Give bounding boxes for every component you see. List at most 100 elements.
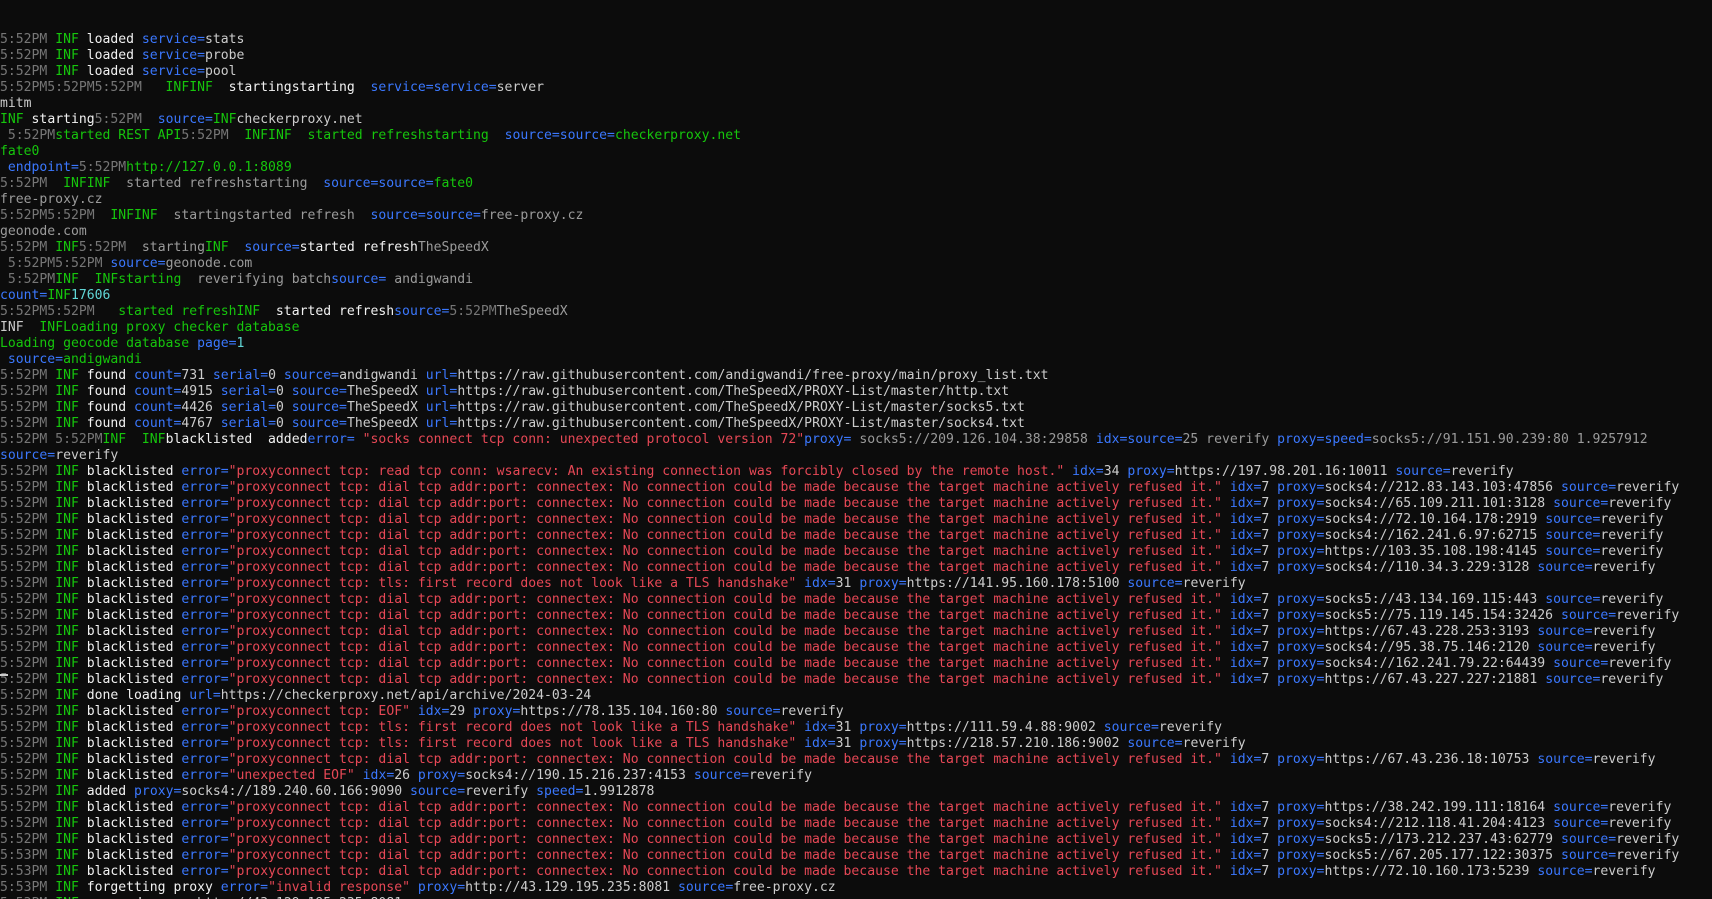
log-segment-time: 5:52PM5:52PM	[0, 256, 111, 271]
log-segment-info: INF	[55, 640, 87, 655]
log-segment-key: url=	[425, 368, 458, 383]
log-segment-key: error=	[181, 464, 229, 479]
log-segment-key: proxy=	[1277, 672, 1325, 687]
log-segment-err: "proxyconnect tcp: tls: first record doe…	[228, 720, 805, 735]
log-segment-val: TheSpeedX	[346, 384, 426, 399]
log-segment-val: socks4://212.83.143.103:47856	[1324, 480, 1561, 495]
log-segment-green: checkerproxy.net	[614, 128, 742, 143]
log-segment-val: https://111.59.4.88:9002	[906, 720, 1104, 735]
log-segment-key: serial=	[220, 384, 276, 399]
log-segment-time: 5:52PM 5:52PM	[0, 432, 103, 447]
log-segment-key: source=	[1395, 464, 1451, 479]
log-segment-val: 0	[275, 384, 292, 399]
log-segment-msg: blacklisted added	[165, 432, 308, 447]
log-segment-val: https://67.43.236.18:10753	[1324, 752, 1538, 767]
log-segment-val: https://raw.githubusercontent.com/TheSpe…	[457, 400, 1025, 415]
log-segment-msg: found	[86, 368, 135, 383]
log-segment-val: 7	[1261, 480, 1278, 495]
log-segment-dim: starting	[141, 240, 205, 255]
text-cursor	[0, 674, 8, 676]
log-segment-info: INF	[55, 416, 87, 431]
log-segment-msg: blacklisted	[86, 832, 182, 847]
log-segment-time: 5:52PM5:52PM	[0, 208, 111, 223]
log-segment-dim: free-proxy.cz	[0, 192, 103, 207]
log-segment-msg: startingstarting	[228, 80, 371, 95]
log-segment-time: 5:52PM	[0, 704, 56, 719]
log-segment-key: source=	[1537, 640, 1593, 655]
log-line: count=INF17606	[0, 288, 1712, 304]
log-segment-key: source=source=	[370, 208, 481, 223]
log-segment-msg: blacklisted	[86, 464, 182, 479]
log-segment-key: source=	[1127, 736, 1183, 751]
log-segment-val: https://checkerproxy.net/api/archive/202…	[220, 688, 592, 703]
log-segment-key: source=	[1553, 496, 1609, 511]
log-segment-info: INF	[47, 288, 71, 303]
log-segment-key: proxy=	[1277, 800, 1325, 815]
log-segment-key: source=	[0, 352, 64, 367]
log-line: source=reverify	[0, 448, 1712, 464]
log-segment-val: 7	[1261, 864, 1278, 879]
log-segment-info: INF	[55, 592, 87, 607]
log-line: source=andigwandi	[0, 352, 1712, 368]
log-segment-key: error=	[220, 880, 269, 895]
log-segment-info: INFINF	[244, 128, 308, 143]
log-segment-msg: blacklisted	[86, 752, 182, 767]
log-segment-cyan: 1	[236, 336, 245, 351]
log-segment-key: error=	[181, 480, 229, 495]
log-segment-val: https://141.95.160.178:5100	[906, 576, 1128, 591]
log-segment-msg: loaded	[86, 48, 142, 63]
log-segment-key: endpoint=	[0, 160, 79, 175]
log-segment-info: INF	[55, 496, 87, 511]
log-segment-time: 5:52PM	[0, 128, 56, 143]
log-segment-val: 7	[1261, 656, 1278, 671]
log-line: mitm	[0, 96, 1712, 112]
log-segment-info: INF	[55, 672, 87, 687]
log-segment-err: "proxyconnect tcp: dial tcp addr:port: c…	[228, 512, 1230, 527]
log-segment-info: INF	[212, 112, 237, 127]
log-segment-key: url=	[425, 400, 458, 415]
log-segment-time: 5:52PM	[0, 560, 56, 575]
log-segment-cyan: 17606	[70, 288, 111, 303]
log-line: 5:52PM INF blacklisted error="proxyconne…	[0, 544, 1712, 560]
log-segment-err: "proxyconnect tcp: dial tcp addr:port: c…	[228, 656, 1230, 671]
log-segment-val: 29	[449, 704, 474, 719]
log-segment-key: source=source=	[323, 176, 434, 191]
log-line: 5:52PM INF blacklisted error="proxyconne…	[0, 672, 1712, 688]
log-segment-val: reverify	[465, 784, 537, 799]
log-segment-dim: andigwandi	[394, 272, 474, 287]
log-segment-info: INF	[55, 560, 87, 575]
log-segment-key: error=	[181, 832, 229, 847]
log-segment-time: 5:52PM	[0, 720, 56, 735]
log-line: 5:52PM5:52PM source=geonode.com	[0, 256, 1712, 272]
log-segment-info: INF	[55, 848, 87, 863]
log-segment-key: proxy=	[1277, 496, 1325, 511]
log-line: geonode.com	[0, 224, 1712, 240]
log-segment-key: url=	[425, 384, 458, 399]
log-segment-val: TheSpeedX	[346, 416, 426, 431]
log-segment-dim: reverifying batch	[197, 272, 332, 287]
log-segment-key: error=	[181, 720, 229, 735]
log-line: 5:52PMstarted REST API5:52PM INFINF star…	[0, 128, 1712, 144]
log-segment-key: idx=	[1229, 608, 1262, 623]
terminal-window[interactable]: 5:52PM INF loaded service=stats 5:52PM IN…	[0, 0, 1712, 899]
log-segment-val: free-proxy.cz	[733, 880, 836, 895]
log-segment-key: proxy=	[804, 432, 860, 447]
log-segment-key: source=	[244, 240, 300, 255]
log-line: 5:53PM INF forgetting proxy error="inval…	[0, 880, 1712, 896]
log-segment-time: 5:52PM	[0, 576, 56, 591]
log-segment-time: 5:52PM	[0, 832, 56, 847]
log-segment-info: INF	[55, 384, 87, 399]
log-line: 5:52PM INF blacklisted error="proxyconne…	[0, 480, 1712, 496]
log-segment-val: https://78.135.104.160:80	[520, 704, 726, 719]
log-segment-key: source=	[394, 304, 450, 319]
log-segment-dim: free-proxy.cz	[480, 208, 584, 223]
log-segment-val: reverify	[1592, 752, 1656, 767]
log-segment-val: https://raw.githubusercontent.com/andigw…	[457, 368, 1049, 383]
log-segment-key: idx=	[1229, 656, 1262, 671]
log-segment-info: INFINF	[110, 208, 174, 223]
log-segment-key: idx=	[1229, 832, 1262, 847]
log-segment-dim: 25 reverify	[1182, 432, 1278, 447]
log-segment-green: http://127.0.0.1:8089	[126, 160, 292, 175]
log-segment-info: INF	[55, 512, 87, 527]
log-segment-time: 5:52PM	[0, 640, 56, 655]
